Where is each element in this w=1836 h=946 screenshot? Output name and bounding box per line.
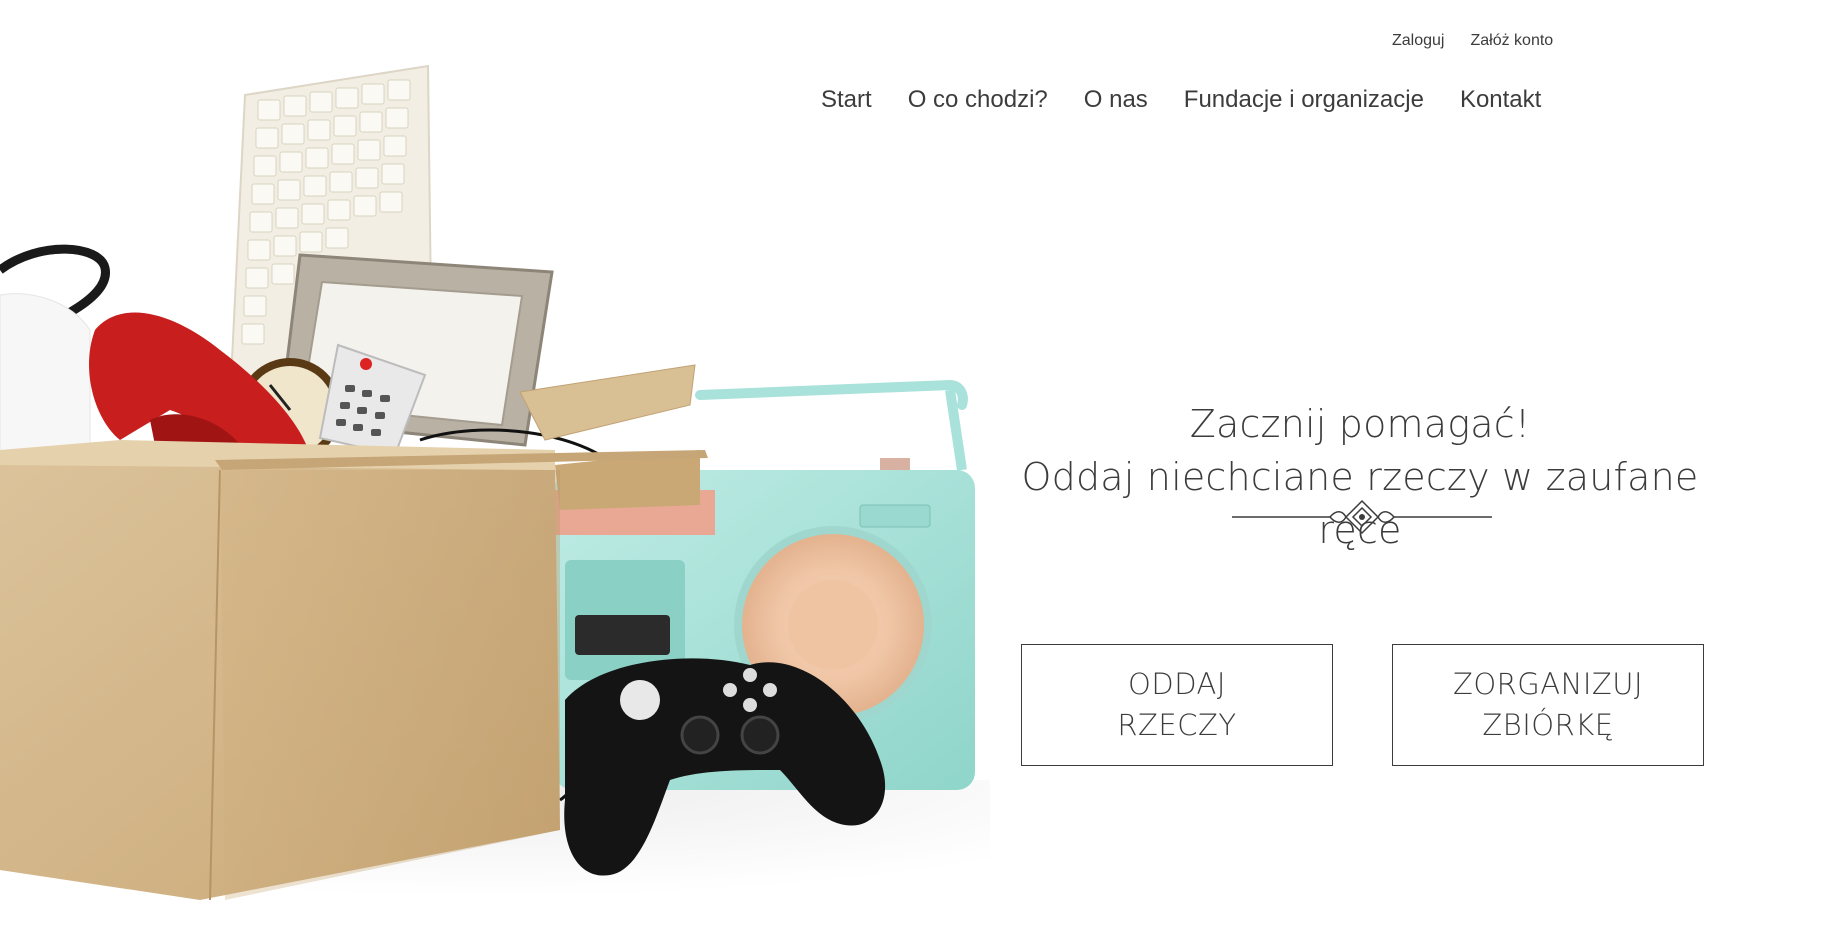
- main-nav: Start O co chodzi? O nas Fundacje i orga…: [815, 86, 1559, 114]
- hero-title-line-1: Zacznij pomagać!: [1189, 402, 1531, 446]
- nav-item-foundations[interactable]: Fundacje i organizacje: [1166, 86, 1442, 114]
- nav-item-contact[interactable]: Kontakt: [1442, 86, 1559, 114]
- hero-illustration: [0, 64, 990, 946]
- give-things-button[interactable]: ODDAJ RZECZY: [1021, 644, 1333, 766]
- nav-item-start[interactable]: Start: [815, 86, 890, 114]
- decoration-ornament-icon: [1232, 499, 1492, 535]
- register-link[interactable]: Załóż konto: [1468, 30, 1555, 52]
- nav-item-about-idea[interactable]: O co chodzi?: [890, 86, 1066, 114]
- give-things-label: ODDAJ RZECZY: [1117, 667, 1237, 742]
- organize-collection-label: ZORGANIZUJ ZBIÓRKĘ: [1452, 667, 1644, 742]
- organize-collection-button[interactable]: ZORGANIZUJ ZBIÓRKĘ: [1392, 644, 1704, 766]
- login-link[interactable]: Zaloguj: [1390, 30, 1446, 52]
- auth-links: Zaloguj Załóż konto: [1390, 30, 1555, 52]
- nav-item-about-us[interactable]: O nas: [1066, 86, 1166, 114]
